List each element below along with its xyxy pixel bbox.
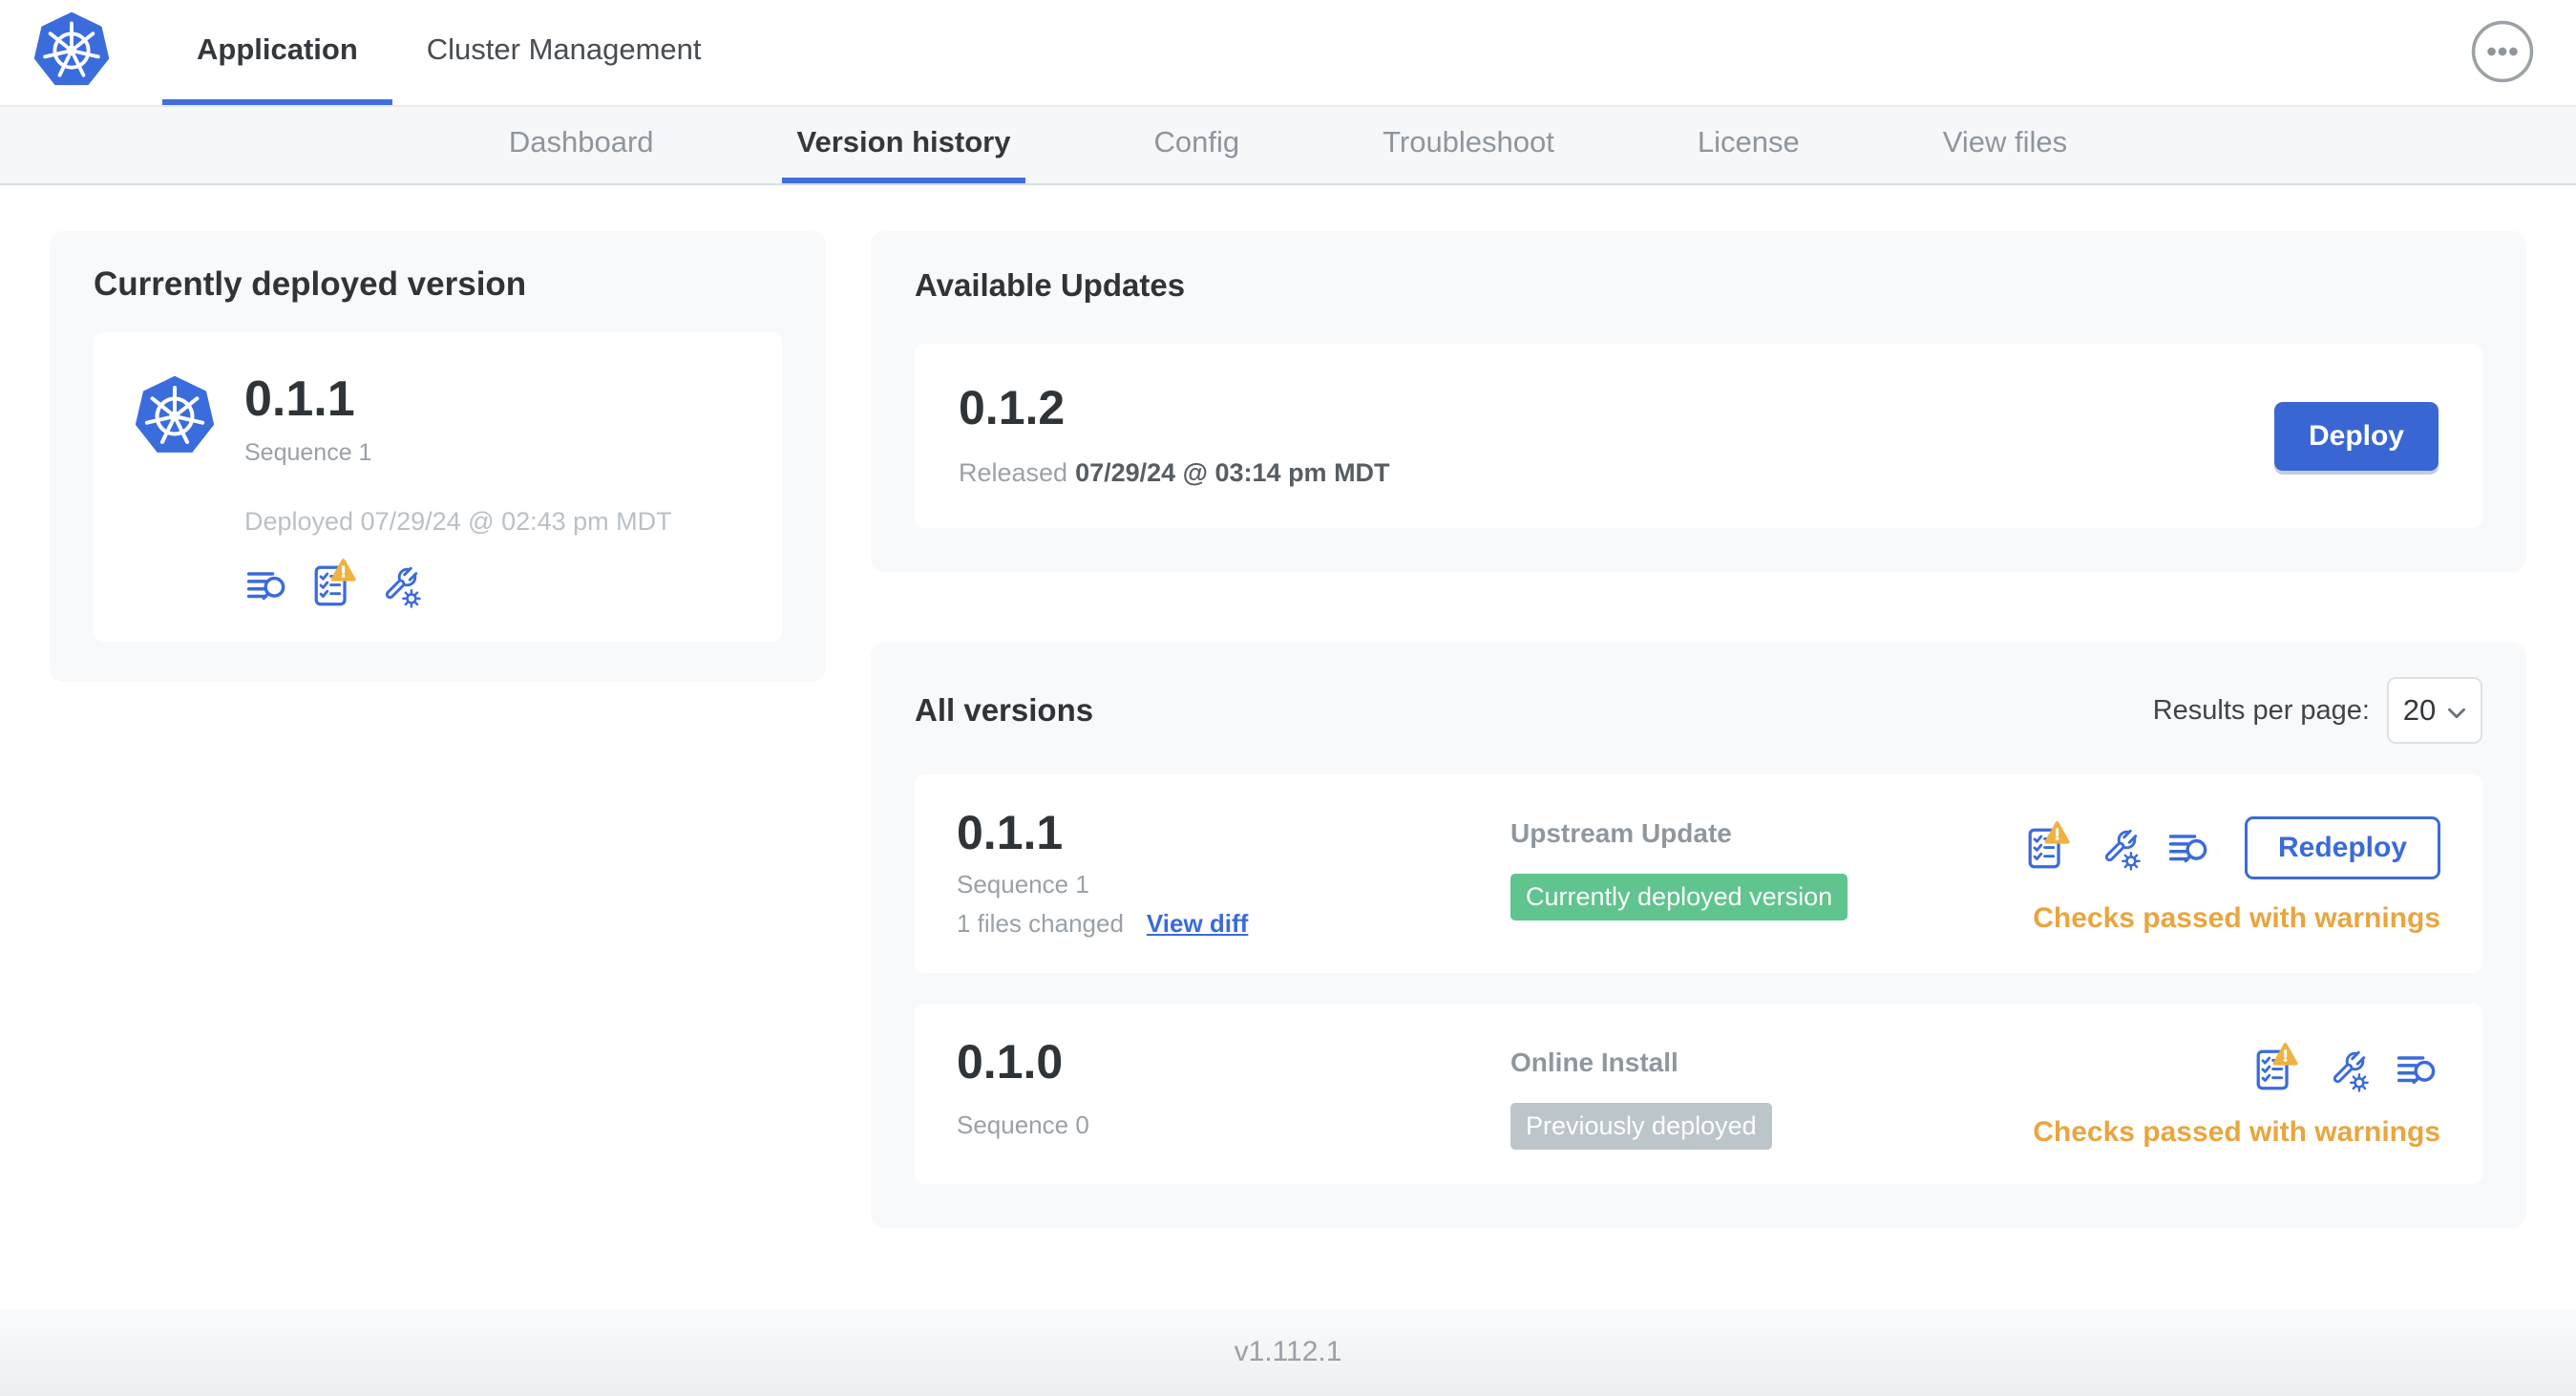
tab-dashboard[interactable]: Dashboard (494, 107, 669, 183)
header-tab-label: Cluster Management (426, 32, 702, 66)
header-tab-application[interactable]: Application (162, 0, 392, 105)
status-badge: Previously deployed (1510, 1103, 1772, 1150)
version-sequence: Sequence 0 (957, 1110, 1089, 1139)
tab-label: View files (1942, 125, 2068, 159)
header-tab-label: Application (197, 32, 358, 66)
wrench-gear-icon[interactable] (2096, 824, 2143, 873)
version-info: 0.1.0 Sequence 0 (957, 1038, 1510, 1140)
version-sequence: Sequence 1 (957, 870, 1089, 899)
checks-status-text: Checks passed with warnings (2033, 1116, 2440, 1148)
update-version-number: 0.1.2 (959, 381, 1066, 434)
files-changed-line: 1 files changed View diff (957, 909, 1510, 939)
tab-label: License (1697, 125, 1800, 159)
all-versions-panel: All versions Results per page: 20 0.1.1 … (871, 643, 2526, 1228)
wrench-gear-icon[interactable] (376, 561, 423, 610)
version-source-block: Online Install Previously deployed (1510, 1038, 2033, 1150)
deployed-timestamp: Deployed 07/29/24 @ 02:43 pm MDT (244, 507, 672, 536)
available-updates-panel: Available Updates 0.1.2 Released 07/29/24… (871, 231, 2526, 572)
tab-version-history[interactable]: Version history (781, 107, 1026, 183)
version-actions: Checks passed with warnings (2033, 1038, 2440, 1149)
redeploy-button[interactable]: Redeploy (2244, 816, 2440, 879)
version-number: 0.1.0 (957, 1035, 1064, 1089)
version-row: 0.1.1 Sequence 1 1 files changed View di… (915, 774, 2482, 973)
results-per-page-select[interactable]: 20 (2387, 677, 2482, 744)
version-action-icons: Redeploy (2023, 816, 2440, 879)
version-source: Upstream Update (1510, 818, 1732, 848)
deploy-button[interactable]: Deploy (2273, 401, 2439, 471)
wrench-gear-icon[interactable] (2324, 1046, 2371, 1094)
currently-deployed-title: Currently deployed version (94, 265, 527, 303)
results-per-page: Results per page: 20 (2153, 677, 2482, 744)
version-info: 0.1.1 Sequence 1 1 files changed View di… (957, 809, 1510, 939)
header-tab-cluster-management[interactable]: Cluster Management (392, 0, 736, 105)
tab-label: Troubleshoot (1383, 125, 1554, 159)
currently-deployed-card: 0.1.1 Sequence 1 Deployed 07/29/24 @ 02:… (94, 332, 782, 642)
app-footer: v1.112.1 (0, 1308, 2576, 1396)
all-versions-title: All versions (915, 692, 1094, 728)
deployed-sequence: Sequence 1 (244, 439, 372, 466)
app-subnav: Dashboard Version history Config Trouble… (0, 107, 2576, 185)
status-badge: Currently deployed version (1510, 874, 1848, 920)
version-source-block: Upstream Update Currently deployed versi… (1510, 809, 2023, 920)
results-per-page-label: Results per page: (2152, 694, 2370, 726)
all-versions-header: All versions Results per page: 20 (915, 677, 2482, 744)
available-update-card: 0.1.2 Released 07/29/24 @ 03:14 pm MDT De… (915, 344, 2482, 528)
version-action-icons (2251, 1043, 2440, 1094)
checklist-warning-icon[interactable] (2023, 821, 2071, 872)
tab-config[interactable]: Config (1138, 107, 1255, 183)
tab-license[interactable]: License (1682, 107, 1815, 183)
chevron-down-icon (2447, 693, 2466, 728)
logs-search-icon[interactable] (244, 562, 290, 608)
view-diff-link[interactable]: View diff (1147, 909, 1248, 939)
kubernetes-logo-icon (31, 10, 113, 95)
checklist-warning-icon[interactable] (309, 559, 357, 609)
deployed-action-icons (244, 559, 672, 610)
right-column: Available Updates 0.1.2 Released 07/29/24… (871, 231, 2526, 1228)
tab-label: Version history (796, 125, 1011, 159)
more-menu-button[interactable] (2471, 20, 2534, 86)
version-actions: Redeploy Checks passed with warnings (2023, 809, 2440, 935)
checks-status-text: Checks passed with warnings (2033, 902, 2440, 934)
deployed-version-number: 0.1.1 (244, 371, 355, 427)
ellipsis-icon (2471, 20, 2534, 86)
app-header: Application Cluster Management (0, 0, 2576, 107)
released-date: 07/29/24 @ 03:14 pm MDT (1075, 458, 1390, 487)
tab-view-files[interactable]: View files (1928, 107, 2082, 183)
main-content: Currently deployed version 0.1.1 Sequenc… (0, 185, 2576, 1228)
tab-label: Dashboard (508, 125, 654, 159)
files-changed-text: 1 files changed (957, 909, 1124, 938)
available-updates-title: Available Updates (915, 267, 1186, 303)
logs-search-icon[interactable] (2395, 1047, 2440, 1092)
version-number: 0.1.1 (957, 806, 1064, 859)
results-per-page-value: 20 (2402, 693, 2437, 727)
released-label: Released (959, 458, 1068, 487)
console-version: v1.112.1 (1234, 1336, 1342, 1367)
version-source: Online Install (1510, 1047, 1679, 1077)
checklist-warning-icon[interactable] (2251, 1043, 2299, 1093)
kubernetes-logo-icon (132, 374, 218, 609)
available-update-info: 0.1.2 Released 07/29/24 @ 03:14 pm MDT (959, 384, 1390, 488)
tab-label: Config (1153, 125, 1240, 159)
currently-deployed-details: 0.1.1 Sequence 1 Deployed 07/29/24 @ 02:… (244, 371, 672, 610)
currently-deployed-panel: Currently deployed version 0.1.1 Sequenc… (50, 231, 826, 682)
tab-troubleshoot[interactable]: Troubleshoot (1367, 107, 1570, 183)
update-released-line: Released 07/29/24 @ 03:14 pm MDT (959, 458, 1390, 488)
version-row: 0.1.0 Sequence 0 Online Install Previous… (915, 1004, 2482, 1184)
logs-search-icon[interactable] (2166, 825, 2212, 871)
app-logo (31, 0, 113, 105)
